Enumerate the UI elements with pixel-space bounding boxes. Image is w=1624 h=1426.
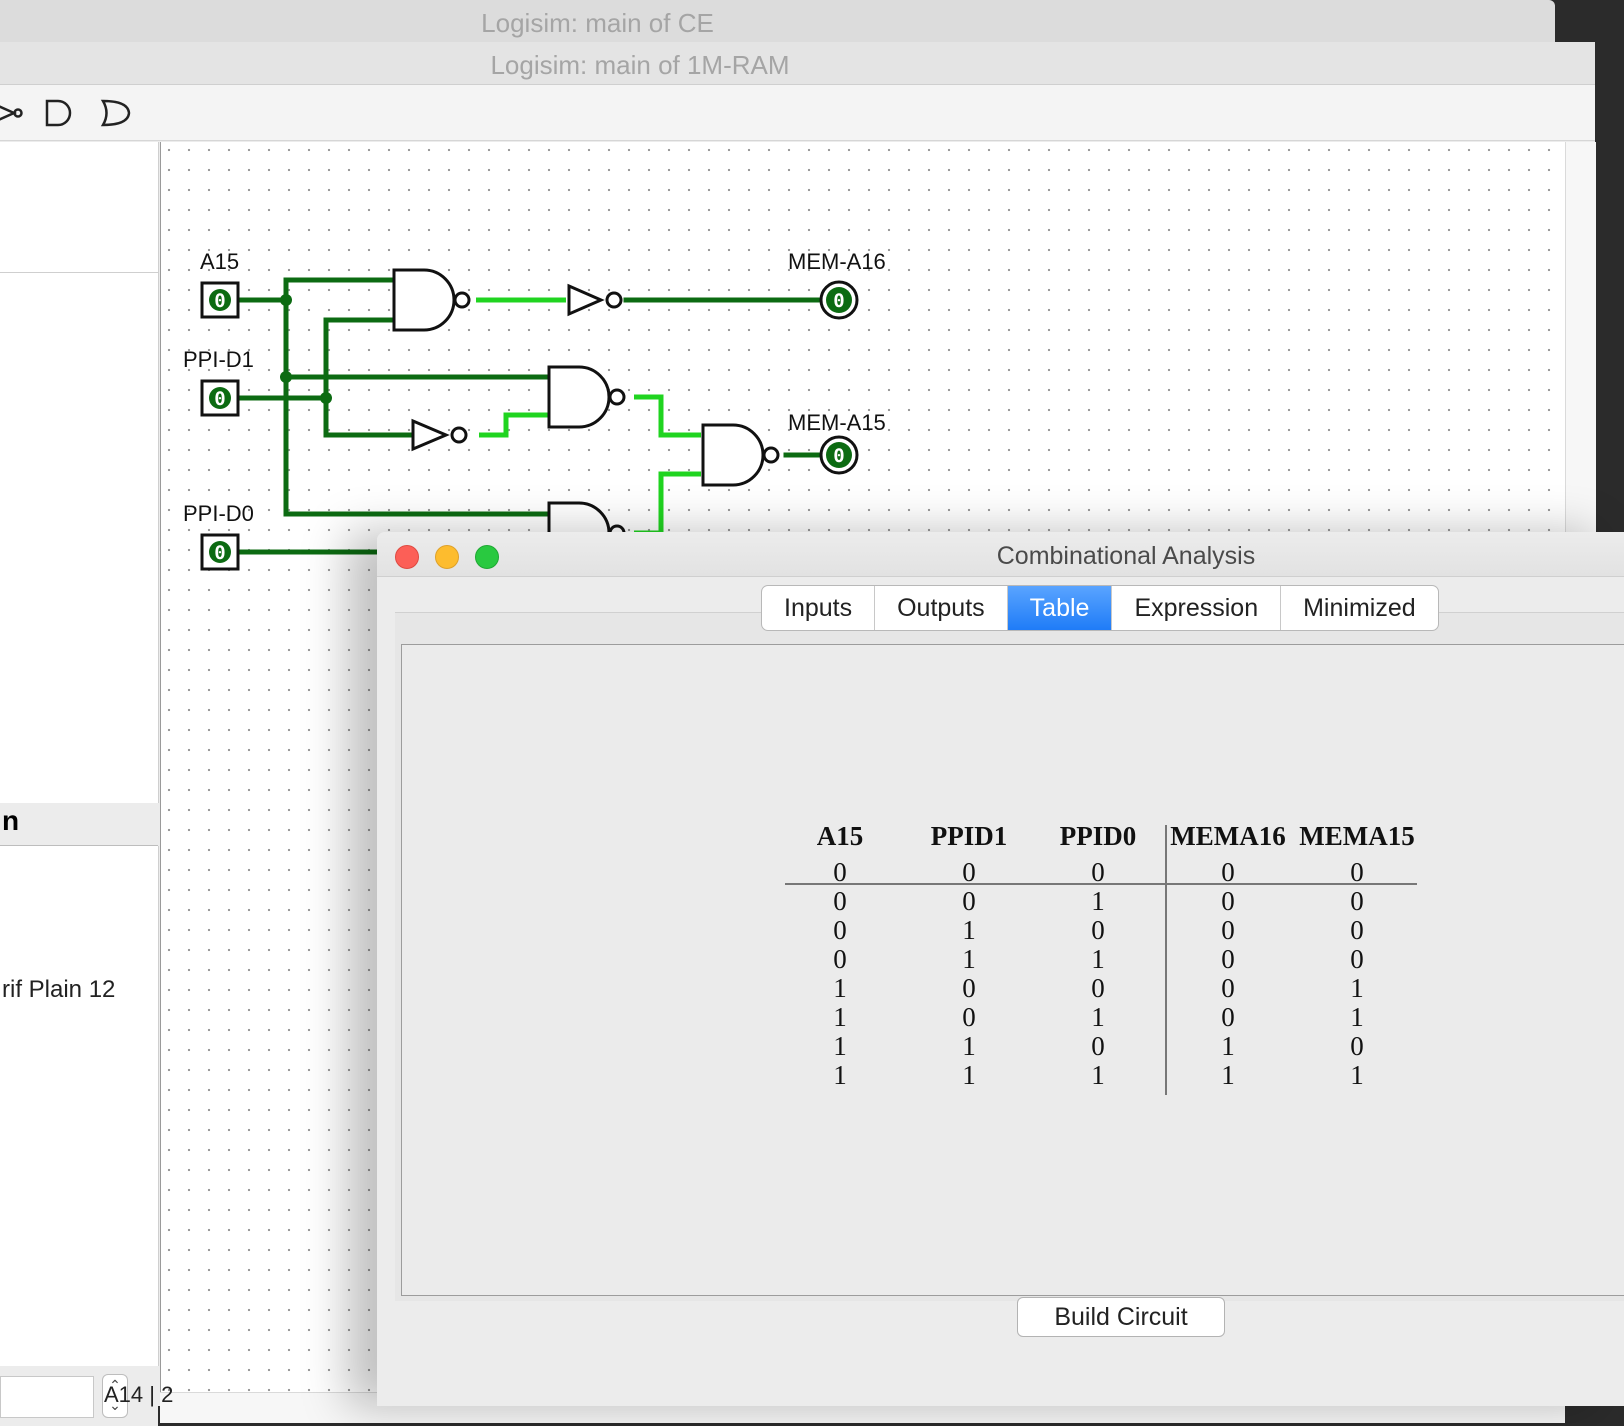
buffer-gate-icon[interactable]: [0, 95, 26, 131]
truth-table-cell: 1: [1091, 944, 1105, 974]
tab-expression[interactable]: Expression: [1112, 586, 1282, 630]
truth-table-header-a15: A15: [816, 821, 864, 851]
not-gate-1: [567, 283, 605, 317]
truth-table-cell[interactable]: 0: [1198, 944, 1258, 975]
input-label-ppi-d0: PPI-D0: [183, 501, 254, 526]
nand-gate-2: [547, 365, 611, 429]
tab-table[interactable]: Table: [1007, 586, 1113, 630]
truth-table-cell: 0: [833, 857, 847, 887]
output-label-mem-a15: MEM-A15: [788, 410, 886, 435]
back-window-titlebar[interactable]: Logisim: main of CE: [0, 0, 1555, 43]
and-gate-icon[interactable]: [44, 95, 74, 131]
truth-table-cell: 1: [962, 1060, 976, 1090]
truth-table-cell: 0: [833, 886, 847, 916]
truth-table-cell[interactable]: 1: [1327, 973, 1387, 1004]
truth-table-cell: 1: [962, 915, 976, 945]
truth-table-cell[interactable]: 1: [1198, 1031, 1258, 1062]
truth-table-io-divider: [1165, 825, 1167, 1095]
back-window-title: Logisim: main of CE: [481, 8, 714, 38]
truth-table-cell[interactable]: 0: [1327, 857, 1387, 888]
truth-table-cell[interactable]: 0: [1198, 915, 1258, 946]
truth-table-cell: 0: [1091, 973, 1105, 1003]
truth-table-cell[interactable]: 1: [1327, 1060, 1387, 1091]
analysis-window-title: Combinational Analysis: [996, 542, 1256, 570]
truth-table-cell[interactable]: 0: [1198, 857, 1258, 888]
truth-table-cell[interactable]: 0: [1327, 944, 1387, 975]
input-label-ppi-d1: PPI-D1: [183, 347, 254, 372]
build-circuit-button[interactable]: Build Circuit: [1017, 1297, 1225, 1337]
truth-table-cell: 0: [962, 886, 976, 916]
attribute-table: rif Plain 12: [0, 846, 159, 1366]
combinational-analysis-window: Combinational Analysis Inputs Outputs Ta…: [377, 532, 1624, 1406]
truth-table-cell: 0: [1091, 915, 1105, 945]
truth-table-header-ppid1: PPID1: [930, 821, 1008, 851]
gates: [392, 268, 780, 565]
status-label: A14 | 2: [104, 1382, 174, 1407]
truth-table-cell: 0: [962, 973, 976, 1003]
analysis-tabs: Inputs Outputs Table Expression Minimize…: [761, 585, 1439, 631]
truth-table-cell: 1: [1091, 1060, 1105, 1090]
truth-table-cell[interactable]: 0: [1198, 1002, 1258, 1033]
truth-table-cell[interactable]: 0: [1327, 915, 1387, 946]
truth-table-cell: 1: [1091, 886, 1105, 916]
font-attribute-value[interactable]: rif Plain 12: [2, 976, 115, 1004]
tab-outputs[interactable]: Outputs: [875, 586, 1008, 630]
main-window-titlebar[interactable]: Logisim: main of 1M-RAM: [0, 42, 1595, 85]
input-pin-ppi-d1-value: 0: [214, 388, 225, 410]
input-pin-ppi-d0-value: 0: [214, 542, 225, 564]
not-gate-2: [411, 418, 450, 452]
output-pin-mem-a15-value: 0: [833, 445, 844, 467]
truth-table-cell: 1: [833, 1031, 847, 1061]
nand-gate-1: [392, 268, 456, 332]
truth-table-cell[interactable]: 0: [1198, 973, 1258, 1004]
truth-table-cell[interactable]: 1: [1198, 1060, 1258, 1091]
truth-table-cell: 0: [962, 857, 976, 887]
truth-table-panel[interactable]: A15 PPID1 PPID0 MEMA16 MEMA15 0 0 0 0 0 0 0 1 0 0 0 1 0 0 0…: [401, 644, 1624, 1296]
truth-table-cell[interactable]: 0: [1327, 886, 1387, 917]
truth-table-cell: 1: [833, 1060, 847, 1090]
input-label-a15: A15: [200, 249, 239, 274]
zoom-input[interactable]: [0, 1376, 94, 1418]
truth-table-cell: 1: [833, 973, 847, 1003]
truth-table-header-ppid0: PPID0: [1059, 821, 1137, 851]
truth-table-cell[interactable]: 1: [1327, 1002, 1387, 1033]
analysis-titlebar[interactable]: Combinational Analysis: [377, 532, 1624, 577]
truth-table-cell: 0: [962, 1002, 976, 1032]
tab-minimized[interactable]: Minimized: [1281, 586, 1438, 630]
truth-table-cell: 0: [833, 915, 847, 945]
output-pin-mem-a16-value: 0: [833, 290, 844, 312]
output-label-mem-a16: MEM-A16: [788, 249, 886, 274]
truth-table-cell: 1: [833, 1002, 847, 1032]
truth-table-cell: 1: [962, 1031, 976, 1061]
tab-inputs[interactable]: Inputs: [762, 586, 876, 630]
truth-table-cell: 0: [1091, 1031, 1105, 1061]
truth-table-cell: 0: [833, 944, 847, 974]
truth-table-header-mema15: MEMA15: [1299, 821, 1415, 851]
input-pin-a15-value: 0: [214, 290, 225, 312]
truth-table-cell: 1: [1091, 1002, 1105, 1032]
truth-table-cell[interactable]: 0: [1327, 1031, 1387, 1062]
truth-table-cell: 0: [1091, 857, 1105, 887]
truth-table-header-mema16: MEMA16: [1170, 821, 1286, 851]
or-gate-icon[interactable]: [100, 95, 132, 131]
truth-table-cell: 1: [962, 944, 976, 974]
explorer-pane: [0, 142, 159, 273]
main-window-title: Logisim: main of 1M-RAM: [490, 50, 790, 80]
nand-gate-4: [701, 423, 765, 487]
attribute-table-title: n: [2, 805, 20, 836]
truth-table-cell[interactable]: 0: [1198, 886, 1258, 917]
input-pins: [200, 281, 240, 571]
explorer-tree[interactable]: [0, 273, 159, 803]
attribute-table-header: n: [0, 803, 158, 846]
toolbar: [0, 85, 1595, 141]
